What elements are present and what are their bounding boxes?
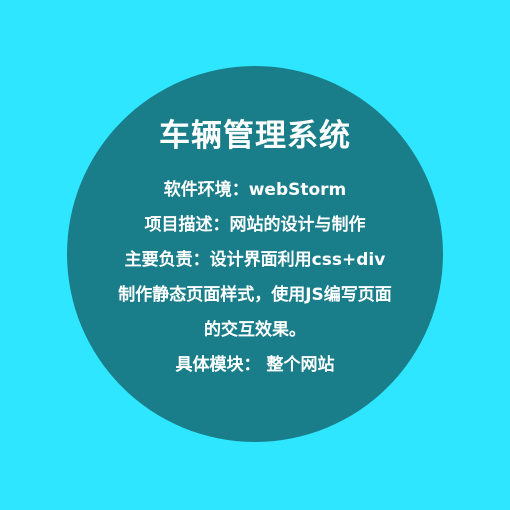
- project-description-text: 项目描述：网站的设计与制作: [144, 215, 366, 235]
- responsibility-end-text: 的交互效果。: [204, 320, 306, 340]
- module-text: 具体模块： 整个网站: [175, 355, 335, 375]
- responsibility-text: 主要负责：设计界面利用css+div: [124, 250, 386, 270]
- project-title: 车辆管理系统: [159, 118, 351, 154]
- responsibility-continued-text: 制作静态页面样式，使用JS编写页面: [118, 285, 392, 305]
- software-environment-text: 软件环境：webStorm: [163, 180, 347, 200]
